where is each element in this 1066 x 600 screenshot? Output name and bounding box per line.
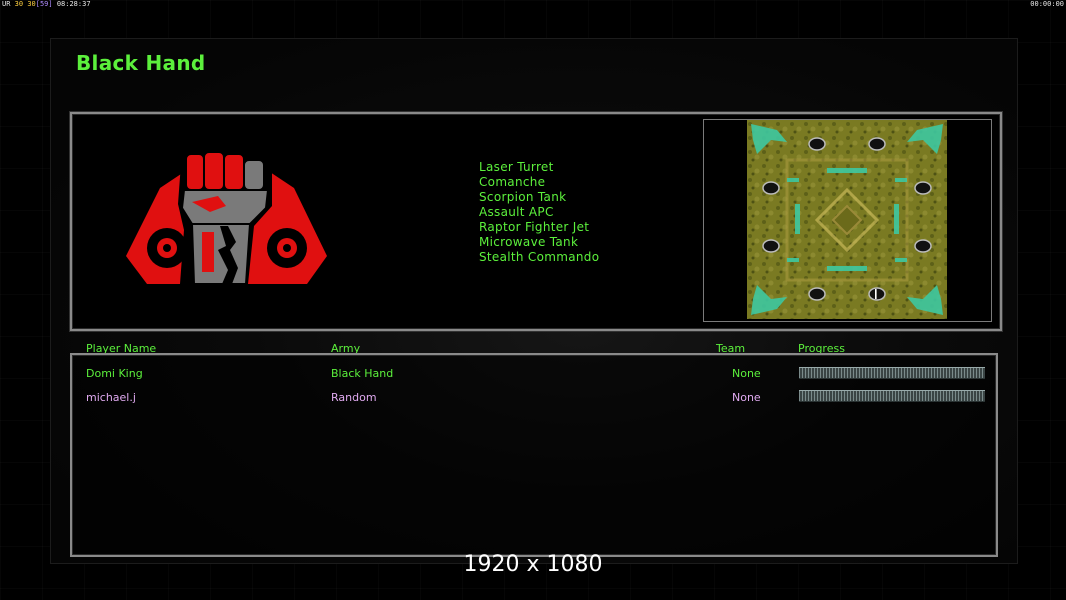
faction-title: Black Hand <box>76 51 206 75</box>
progress-bar <box>799 367 985 379</box>
map-preview <box>747 120 947 319</box>
unit-item: Comanche <box>479 175 546 189</box>
unit-item: Raptor Fighter Jet <box>479 220 590 234</box>
unit-item: Laser Turret <box>479 160 554 174</box>
player-name: michael.j <box>86 391 136 404</box>
player-army: Random <box>331 391 377 404</box>
unit-item: Stealth Commando <box>479 250 600 264</box>
player-team: None <box>732 391 761 404</box>
unit-list: Laser Turret Comanche Scorpion Tank Assa… <box>479 160 599 265</box>
unit-item: Microwave Tank <box>479 235 579 249</box>
resolution-label: 1920 x 1080 <box>463 552 603 577</box>
hud-timer: 00:00:00 <box>1030 0 1064 8</box>
hud-prefix: UR <box>2 0 11 8</box>
hud-clock: 08:28:37 <box>56 0 91 8</box>
hud-value-b: 30 <box>27 0 36 8</box>
unit-item: Scorpion Tank <box>479 190 567 204</box>
player-team: None <box>732 367 761 380</box>
black-hand-logo-icon <box>126 150 327 285</box>
debug-hud-left: UR 30 30[59] 08:28:37 <box>2 0 91 8</box>
hud-value-a: 30 <box>14 0 24 8</box>
unit-item: Assault APC <box>479 205 554 219</box>
player-name: Domi King <box>86 367 143 380</box>
hud-value-c: [59] <box>35 0 53 8</box>
player-army: Black Hand <box>331 367 394 380</box>
progress-bar <box>799 390 985 402</box>
player-list-panel <box>70 353 998 557</box>
